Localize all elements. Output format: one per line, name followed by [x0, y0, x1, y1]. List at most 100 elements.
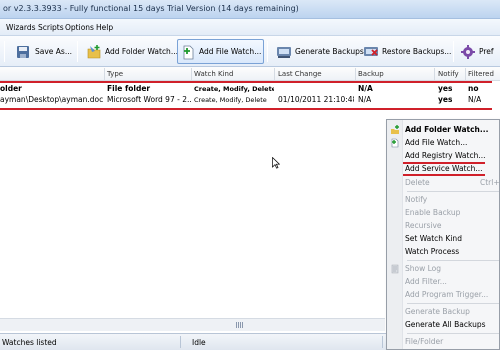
cell-type: File folder	[107, 84, 151, 93]
menu-item-label: Set Watch Kind	[405, 234, 462, 243]
menu-item-add-filter[interactable]: Add Filter...	[387, 276, 500, 288]
add-file-icon	[390, 138, 400, 148]
add-file-icon	[180, 44, 196, 60]
cell-notify: yes	[438, 84, 453, 93]
table-row[interactable]: older File folder Create, Modify, Delete…	[0, 83, 500, 94]
toolbar-separator	[453, 41, 454, 62]
menu-item-label: Add Filter...	[405, 277, 447, 286]
menu-item-enable-backup[interactable]: Enable Backup	[387, 207, 500, 219]
generate-backups-icon	[276, 44, 292, 60]
column-type[interactable]: Type	[107, 70, 123, 78]
menu-item-recursive[interactable]: Recursive	[387, 220, 500, 232]
add-folder-watch-button[interactable]: Add Folder Watch...	[84, 39, 180, 64]
menu-item-generate-backup[interactable]: Generate Backup	[387, 306, 500, 318]
column-filtered[interactable]: Filtered	[468, 70, 494, 78]
menu-item-label: Notify	[405, 195, 428, 204]
cell-last-change: 01/10/2011 21:10:48	[278, 95, 354, 104]
menu-item-generate-all-backups[interactable]: Generate All Backups	[387, 319, 500, 331]
menu-options[interactable]: Options	[65, 23, 94, 32]
restore-backups-label: Restore Backups...	[382, 47, 452, 56]
menu-item-label: Add File Watch...	[405, 138, 468, 147]
cell-name: older	[0, 84, 22, 93]
menu-separator	[407, 333, 499, 334]
table-row[interactable]: ayman\Desktop\ayman.doc Microsoft Word 9…	[0, 94, 500, 105]
menu-item-label: Generate All Backups	[405, 320, 486, 329]
toolbar-separator	[4, 41, 5, 62]
add-file-watch-button[interactable]: Add File Watch...	[177, 39, 265, 64]
cell-watch-kind: Create, Modify, Delete	[194, 85, 274, 93]
menu-item-file-folder[interactable]: File/Folder	[387, 336, 500, 348]
menu-item-notify[interactable]: Notify	[387, 194, 500, 206]
menu-item-label: Add Service Watch...	[405, 164, 483, 173]
column-divider[interactable]	[191, 68, 192, 80]
cell-filtered: no	[468, 84, 479, 93]
add-folder-icon	[390, 125, 400, 135]
menu-scripts[interactable]: Scripts	[38, 23, 64, 32]
menu-item-add-file-watch[interactable]: Add File Watch...	[387, 137, 500, 149]
scrollbar-grip[interactable]	[236, 322, 244, 328]
generate-backups-button[interactable]: Generate Backups	[274, 39, 366, 64]
highlight-underline	[0, 108, 492, 110]
status-divider	[180, 336, 181, 348]
add-folder-watch-label: Add Folder Watch...	[105, 47, 178, 56]
menu-wizards[interactable]: Wizards	[6, 23, 36, 32]
menu-item-delete[interactable]: Delete Ctrl+	[387, 177, 500, 189]
cell-notify: yes	[438, 95, 453, 104]
preferences-label: Pref	[479, 47, 494, 56]
cell-name: ayman\Desktop\ayman.doc	[0, 95, 104, 104]
column-divider[interactable]	[465, 68, 466, 80]
menu-item-label: Add Folder Watch...	[405, 125, 489, 134]
save-as-label: Save As...	[35, 47, 72, 56]
menu-item-watch-process[interactable]: Watch Process	[387, 246, 500, 258]
menu-item-label: Show Log	[405, 264, 442, 273]
column-divider[interactable]	[274, 68, 275, 80]
column-watch-kind[interactable]: Watch Kind	[194, 70, 233, 78]
restore-backups-icon	[363, 44, 379, 60]
column-divider[interactable]	[104, 68, 105, 80]
status-divider	[382, 336, 383, 348]
menu-item-label: Recursive	[405, 221, 442, 230]
highlight-underline	[403, 174, 485, 176]
column-divider[interactable]	[355, 68, 356, 80]
column-divider[interactable]	[434, 68, 435, 80]
menu-separator	[407, 303, 499, 304]
preferences-button[interactable]: Pref	[458, 39, 496, 64]
mouse-cursor-icon	[272, 157, 280, 169]
save-icon	[16, 44, 32, 60]
menu-item-label: Add Program Trigger...	[405, 290, 489, 299]
column-notify[interactable]: Notify	[438, 70, 459, 78]
cell-backup: N/A	[358, 95, 372, 104]
status-watch-count: Watches listed	[2, 338, 57, 347]
menu-bar: Wizards Scripts Options Help	[0, 19, 500, 36]
title-bar: or v2.3.3.3933 - Fully functional 15 day…	[0, 0, 500, 19]
column-last-change[interactable]: Last Change	[278, 70, 322, 78]
menu-item-show-log[interactable]: Show Log	[387, 263, 500, 275]
add-folder-icon	[86, 44, 102, 60]
menu-item-add-folder-watch[interactable]: Add Folder Watch...	[387, 124, 500, 136]
menu-item-label: Enable Backup	[405, 208, 461, 217]
add-file-watch-label: Add File Watch...	[199, 47, 262, 56]
menu-item-add-program-trigger[interactable]: Add Program Trigger...	[387, 289, 500, 301]
context-menu: Add Folder Watch... Add File Watch... Ad…	[386, 119, 500, 350]
generate-backups-label: Generate Backups	[295, 47, 364, 56]
restore-backups-button[interactable]: Restore Backups...	[361, 39, 453, 64]
gear-icon	[460, 44, 476, 60]
horizontal-scrollbar[interactable]	[0, 318, 385, 331]
window-title: or v2.3.3.3933 - Fully functional 15 day…	[3, 4, 299, 13]
toolbar-separator	[267, 41, 268, 62]
toolbar-separator	[77, 41, 78, 62]
menu-help[interactable]: Help	[96, 23, 113, 32]
status-state: Idle	[192, 338, 206, 347]
cell-filtered: N/A	[468, 95, 482, 104]
list-header: Type Watch Kind Last Change Backup Notif…	[0, 67, 500, 81]
save-as-button[interactable]: Save As...	[14, 39, 74, 64]
menu-item-label: Delete	[405, 178, 430, 187]
column-backup[interactable]: Backup	[358, 70, 384, 78]
menu-item-add-registry-watch[interactable]: Add Registry Watch...	[387, 150, 500, 162]
menu-item-set-watch-kind[interactable]: Set Watch Kind	[387, 233, 500, 245]
menu-separator	[407, 260, 499, 261]
menu-item-label: File/Folder	[405, 337, 444, 346]
cell-watch-kind: Create, Modify, Delete	[194, 96, 267, 104]
menu-item-shortcut: Ctrl+	[480, 178, 500, 187]
cell-backup: N/A	[358, 84, 373, 93]
